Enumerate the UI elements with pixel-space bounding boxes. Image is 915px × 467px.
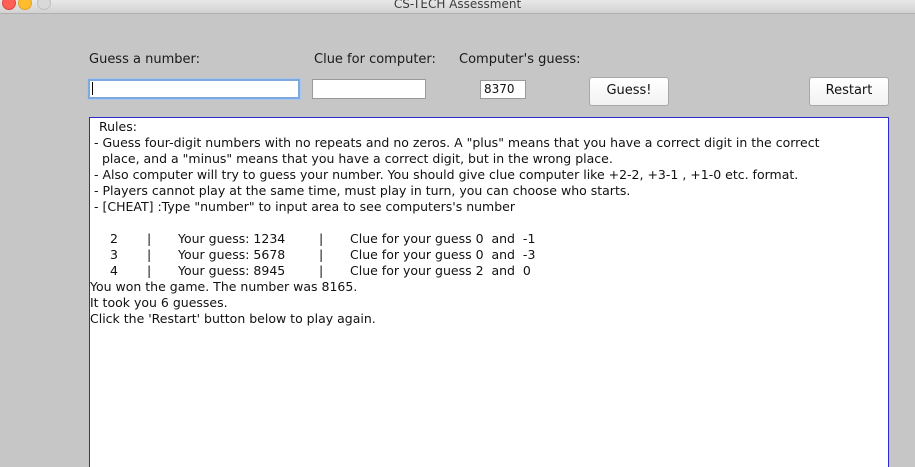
guess-button[interactable]: Guess! <box>589 77 669 106</box>
computers-guess-label: Computer's guess: <box>459 52 581 67</box>
title-bar: CS-TECH Assessment <box>0 0 915 14</box>
result-line: It took you 6 guesses. <box>90 295 228 310</box>
rule-line: place, and a "minus" means that you have… <box>94 151 613 166</box>
history-guess: Your guess: 8945 <box>178 263 286 278</box>
rule-line: - [CHEAT] :Type "number" to input area t… <box>94 199 515 214</box>
window-title: CS-TECH Assessment <box>393 0 522 11</box>
result-line: You won the game. The number was 8165. <box>90 279 358 294</box>
clue-for-computer-label: Clue for computer: <box>314 52 436 67</box>
history-turn: 4 <box>110 263 118 278</box>
history-separator: | <box>319 247 324 262</box>
rule-line: - Also computer will try to guess your n… <box>94 167 799 182</box>
history-guess: Your guess: 1234 <box>178 231 286 246</box>
history-separator: | <box>319 263 324 278</box>
history-turn: 3 <box>110 247 118 262</box>
guess-number-label: Guess a number: <box>89 52 200 67</box>
history-clue: Clue for your guess 0 and -1 <box>350 231 536 246</box>
history-clue: Clue for your guess 0 and -3 <box>350 247 536 262</box>
rules-heading: Rules: <box>99 119 137 134</box>
history-separator: | <box>147 247 152 262</box>
history-turn: 2 <box>110 231 118 246</box>
rule-line: - Players cannot play at the same time, … <box>94 183 631 198</box>
history-separator: | <box>147 231 152 246</box>
history-clue: Clue for your guess 2 and 0 <box>350 263 531 278</box>
result-line: Click the 'Restart' button below to play… <box>90 311 376 326</box>
game-output-area[interactable]: Rules: - Guess four-digit numbers with n… <box>89 117 889 467</box>
app-window: CS-TECH Assessment Guess a number: Clue … <box>0 0 915 467</box>
history-separator: | <box>319 231 324 246</box>
restart-button[interactable]: Restart <box>809 77 889 106</box>
rule-line: - Guess four-digit numbers with no repea… <box>94 135 820 150</box>
history-guess: Your guess: 5678 <box>178 247 286 262</box>
text-caret <box>92 82 93 95</box>
clue-for-computer-input[interactable] <box>312 79 426 99</box>
computers-guess-field: 8370 <box>480 80 526 99</box>
guess-number-input[interactable] <box>88 79 300 99</box>
history-separator: | <box>147 263 152 278</box>
